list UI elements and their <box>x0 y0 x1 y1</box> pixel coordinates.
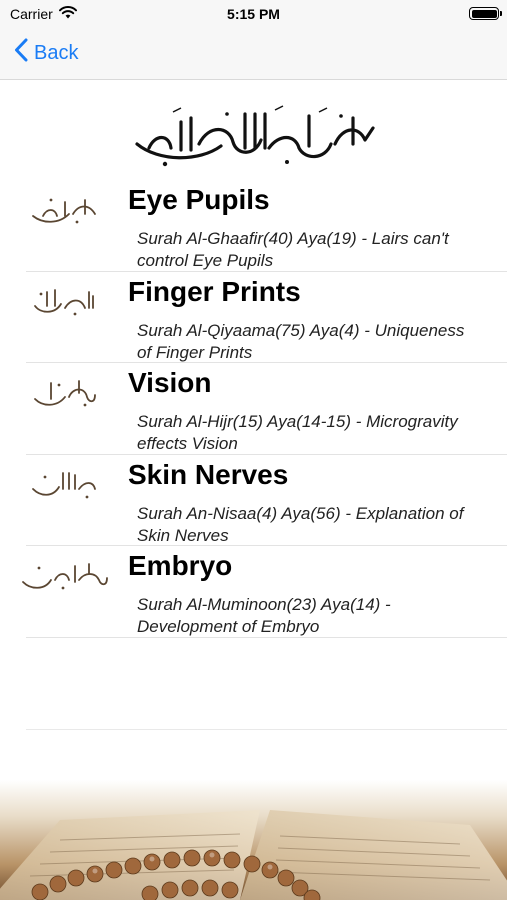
surah-qiyama-calligraphy <box>8 282 120 322</box>
status-time: 5:15 PM <box>227 6 280 22</box>
item-subtitle: Surah Al-Hijr(15) Aya(14-15) - Micrograv… <box>137 412 458 453</box>
row-divider <box>26 636 507 638</box>
item-subtitle: Surah Al-Qiyaama(75) Aya(4) - Uniqueness… <box>137 320 465 362</box>
empty-row-divider <box>26 729 507 730</box>
item-title: Finger Prints <box>128 275 301 307</box>
list-item[interactable]: Skin Nerves Surah An-Nisaa(4) Aya(56) - … <box>0 455 507 546</box>
item-title: Eye Pupils <box>128 184 270 215</box>
item-subtitle: Surah An-Nisaa(4) Aya(56) - Explanation … <box>137 503 464 545</box>
battery-icon <box>469 7 502 20</box>
navigation-bar: Back <box>0 28 507 80</box>
surah-muminoon-calligraphy <box>8 556 120 596</box>
basmala-calligraphy <box>0 104 507 172</box>
chevron-left-icon <box>14 38 28 68</box>
surah-ghafir-calligraphy <box>8 190 120 230</box>
list-item[interactable]: Vision Surah Al-Hijr(15) Aya(14-15) - Mi… <box>0 363 507 455</box>
status-bar: Carrier 5:15 PM <box>0 0 507 28</box>
surah-nisa-calligraphy <box>8 465 120 505</box>
item-subtitle: Surah Al-Muminoon(23) Aya(14) - Developm… <box>137 595 391 636</box>
item-subtitle: Surah Al-Ghaafir(40) Aya(19) - Lairs can… <box>137 229 449 270</box>
surah-hijr-calligraphy <box>8 373 120 413</box>
quran-and-prayer-beads-photo <box>0 780 507 900</box>
list-item[interactable]: Embryo Surah Al-Muminoon(23) Aya(14) - D… <box>0 546 507 638</box>
item-title: Vision <box>128 367 212 398</box>
item-title: Embryo <box>128 550 233 581</box>
back-label: Back <box>34 41 79 64</box>
back-button[interactable]: Back <box>14 38 78 68</box>
battery-level <box>471 9 497 18</box>
battery-tip <box>500 11 502 16</box>
topic-list: Eye Pupils Surah Al-Ghaafir(40) Aya(19) … <box>0 180 507 638</box>
list-item[interactable]: Eye Pupils Surah Al-Ghaafir(40) Aya(19) … <box>0 180 507 272</box>
item-title: Skin Nerves <box>128 458 289 490</box>
list-item[interactable]: Finger Prints Surah Al-Qiyaama(75) Aya(4… <box>0 272 507 363</box>
app-screen: Carrier 5:15 PM Back Eye Pupils Surah Al… <box>0 0 507 900</box>
